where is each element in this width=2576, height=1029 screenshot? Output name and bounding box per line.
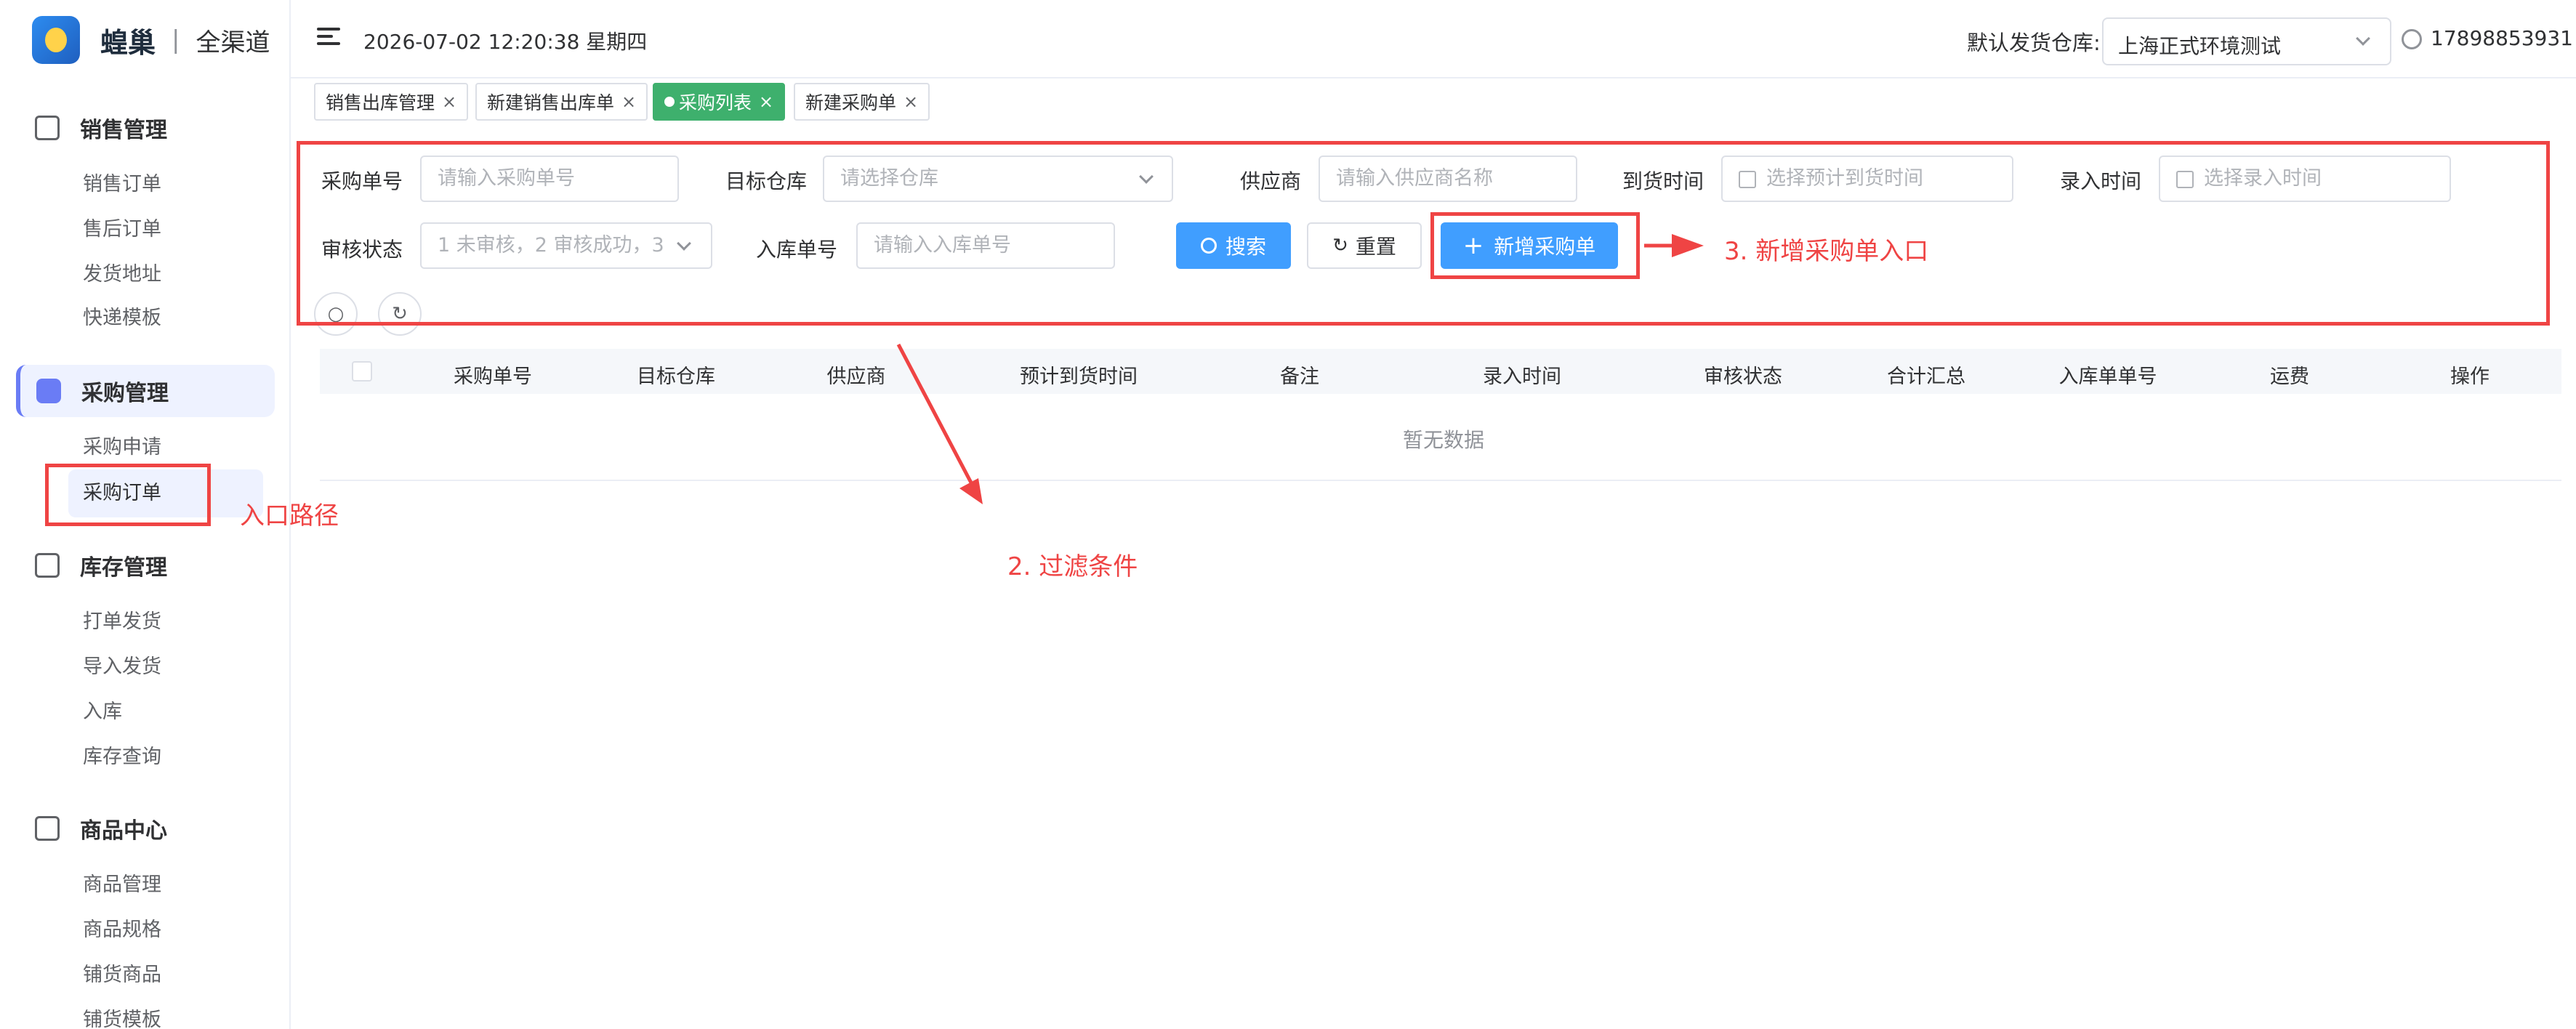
arrow-filter-line bbox=[896, 343, 975, 487]
arrow-filter-head bbox=[959, 478, 983, 504]
arrow-add-head bbox=[1672, 234, 1704, 257]
annotation-arrows bbox=[896, 234, 1704, 504]
